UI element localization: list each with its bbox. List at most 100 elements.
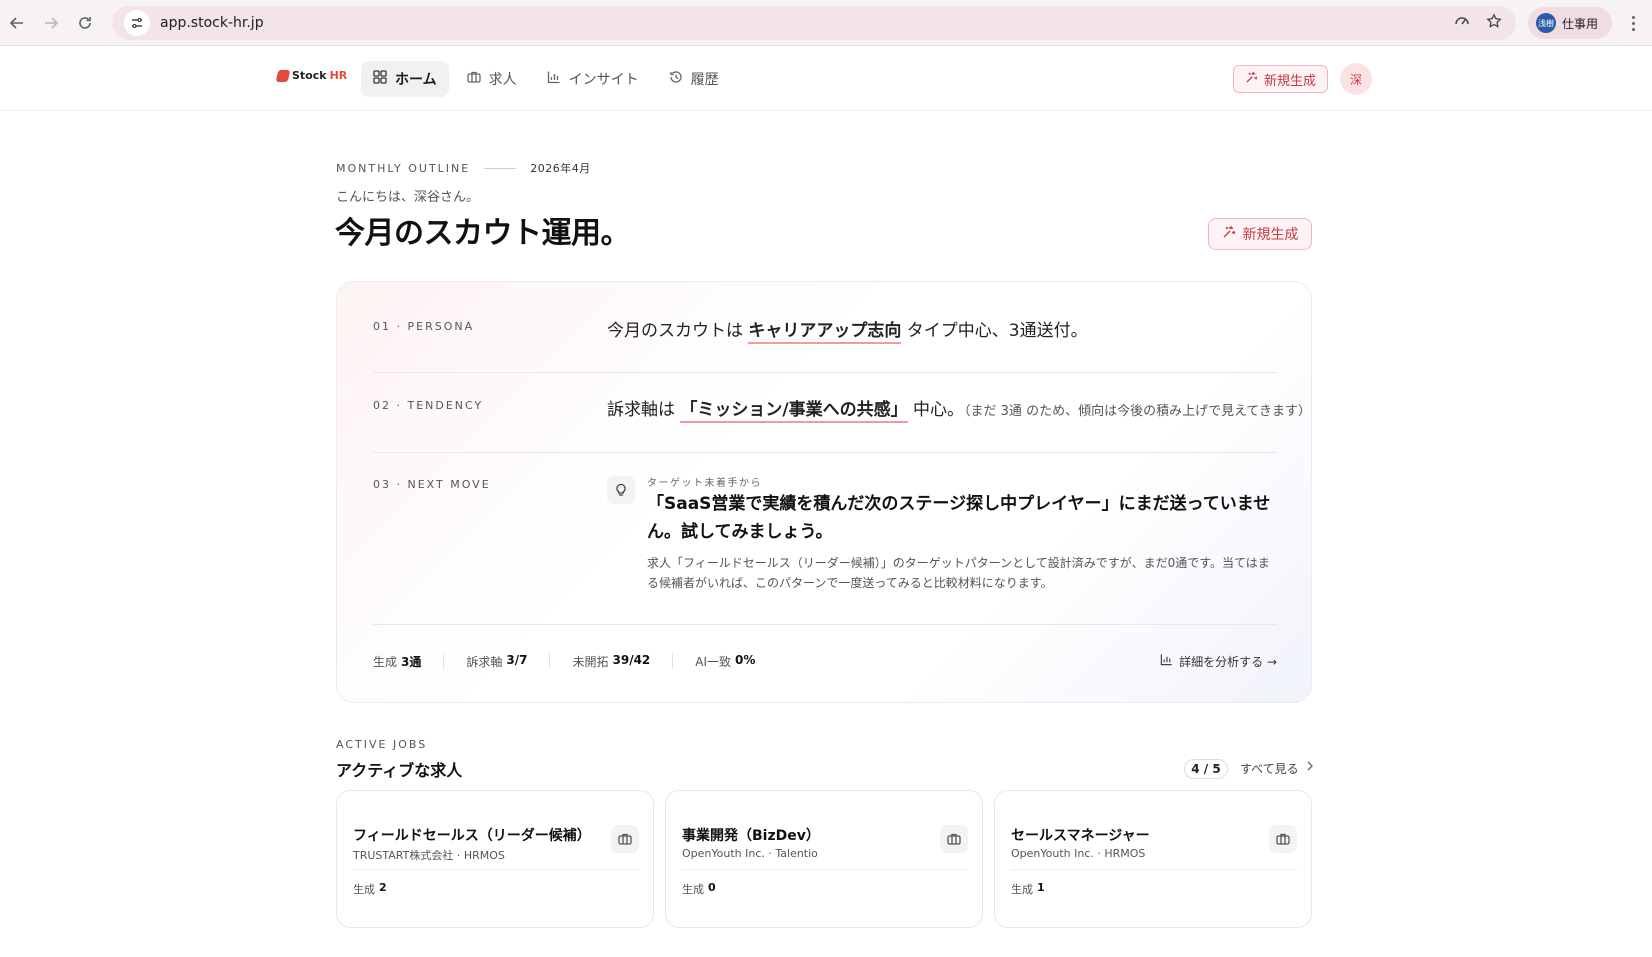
top-nav: ホーム 求人 インサイト 履歴 (361, 61, 731, 97)
stat-label: 訴求軸 (466, 654, 503, 669)
gen-label: 生成 (353, 883, 375, 896)
active-jobs-title: アクティブな求人 (336, 761, 463, 780)
stat-value: 39/42 (612, 652, 651, 667)
tendency-highlight: 「ミッション/事業への共感」 (680, 400, 908, 423)
reload-icon[interactable] (68, 6, 102, 40)
gen-label: 生成 (682, 883, 704, 896)
job-title: セールスマネージャー (1011, 828, 1150, 844)
nav-label: インサイト (568, 72, 639, 88)
briefcase-icon (1269, 825, 1297, 853)
tendency-text: 訴求軸は 「ミッション/事業への共感」 中心。（まだ 3通 のため、傾向は今後の… (607, 400, 1312, 423)
url-text[interactable]: app.stock-hr.jp (160, 15, 264, 31)
stat-separator (443, 653, 445, 669)
new-generate-main-button[interactable]: 新規生成 (1208, 218, 1312, 250)
gen-value: 2 (379, 881, 387, 894)
bar-chart-icon (1160, 653, 1173, 669)
next-move-label: 03 · NEXT MOVE (373, 478, 491, 491)
nav-item-history[interactable]: 履歴 (657, 61, 731, 97)
bookmark-star-icon[interactable] (1486, 13, 1502, 33)
stat-value: 3/7 (506, 652, 528, 667)
profile-chip[interactable]: 浅樹 仕事用 (1528, 7, 1612, 39)
nav-item-jobs[interactable]: 求人 (455, 61, 529, 97)
analyze-label: 詳細を分析する → (1179, 654, 1277, 669)
gen-value: 1 (1037, 881, 1045, 894)
eyebrow-divider (484, 167, 517, 169)
nav-item-home[interactable]: ホーム (361, 61, 449, 97)
app-header: Stock HR ホーム 求人 インサイト 履歴 新規生成 深 (0, 47, 1652, 111)
persona-text: 今月のスカウトは キャリアアップ志向 タイプ中心、3通送付。 (607, 321, 1088, 344)
browser-toolbar: app.stock-hr.jp 浅樹 仕事用 (0, 0, 1652, 46)
job-card[interactable]: セールスマネージャー OpenYouth Inc. · HRMOS 生成 1 (994, 790, 1312, 928)
stat-unexplored: 未開拓 39/42 (572, 653, 672, 670)
user-avatar[interactable]: 深 (1340, 63, 1372, 95)
tendency-pre: 訴求軸は (607, 400, 681, 420)
job-generated: 生成 0 (682, 881, 716, 897)
persona-post: タイプ中心、3通送付。 (901, 321, 1088, 341)
new-generate-label: 新規生成 (1242, 227, 1299, 243)
back-icon[interactable] (0, 6, 34, 40)
active-jobs-count-badge: 4 / 5 (1184, 759, 1228, 779)
job-title: フィールドセールス（リーダー候補） (353, 828, 591, 844)
job-card[interactable]: 事業開発（BizDev） OpenYouth Inc. · Talentio 生… (665, 790, 983, 928)
stat-separator (549, 653, 551, 669)
job-generated: 生成 2 (353, 881, 387, 897)
next-move-content: ターゲット未着手から 「SaaS営業で実績を積んだ次のステージ探し中プレイヤー」… (607, 476, 1277, 606)
briefcase-icon (466, 70, 481, 88)
active-jobs-eyebrow: ACTIVE JOBS (336, 738, 428, 751)
chevron-right-icon (1305, 760, 1315, 777)
sparkle-icon (1222, 225, 1236, 243)
address-bar[interactable]: app.stock-hr.jp (112, 6, 1516, 40)
row-divider (373, 624, 1277, 625)
next-move-kicker: ターゲット未着手から (647, 478, 762, 489)
new-generate-button[interactable]: 新規生成 (1233, 65, 1328, 93)
row-divider (373, 372, 1277, 373)
stat-label: AI一致 (695, 654, 732, 669)
stat-separator (672, 653, 674, 669)
tendency-note: （まだ 3通 のため、傾向は今後の積み上げで見えてきます） (964, 404, 1312, 419)
tendency-content: 訴求軸は 「ミッション/事業への共感」 中心。（まだ 3通 のため、傾向は今後の… (607, 395, 1312, 423)
see-all-link[interactable]: すべて見る (1240, 760, 1315, 777)
profile-avatar: 浅樹 (1536, 13, 1556, 33)
outline-eyebrow: MONTHLY OUTLINE 2026年4月 (336, 160, 591, 176)
greeting: こんにちは、深谷さん。 (336, 190, 480, 205)
persona-highlight: キャリアアップ志向 (748, 321, 902, 344)
stat-value: 3通 (401, 654, 422, 669)
nav-item-insights[interactable]: インサイト (535, 61, 651, 97)
job-company: OpenYouth Inc. · HRMOS (1011, 847, 1146, 860)
outline-stats: 生成 3通 訴求軸 3/7 未開拓 39/42 AI一致 0% 詳細を分析する → (373, 650, 1277, 672)
page-title: 今月のスカウト運用。 (335, 216, 631, 251)
logo-mark-icon (275, 69, 291, 82)
nav-label: ホーム (395, 72, 437, 88)
analyze-details-link[interactable]: 詳細を分析する → (1160, 653, 1277, 670)
logo[interactable]: Stock HR (275, 69, 347, 82)
sparkle-icon (1245, 71, 1258, 88)
site-settings-icon[interactable] (124, 10, 150, 36)
nav-label: 履歴 (690, 72, 719, 88)
stat-value: 0% (735, 652, 756, 667)
history-icon (669, 70, 683, 88)
forward-icon[interactable] (34, 6, 68, 40)
tendency-label: 02 · TENDENCY (373, 399, 484, 412)
stat-label: 未開拓 (572, 654, 609, 669)
card-divider (1011, 869, 1297, 870)
job-company: OpenYouth Inc. · Talentio (682, 847, 818, 860)
browser-menu-icon[interactable] (1622, 8, 1644, 38)
month-label: 2026年4月 (530, 162, 591, 175)
persona-pre: 今月のスカウトは (607, 321, 749, 341)
persona-content: 今月のスカウトは キャリアアップ志向 タイプ中心、3通送付。 (607, 316, 1088, 344)
tendency-post: 中心。 (907, 400, 965, 420)
monthly-outline-card: 01 · PERSONA 今月のスカウトは キャリアアップ志向 タイプ中心、3通… (336, 281, 1312, 703)
new-generate-label: 新規生成 (1263, 73, 1316, 89)
lightbulb-icon (607, 476, 635, 504)
job-card[interactable]: フィールドセールス（リーダー候補） TRUSTART株式会社 · HRMOS 生… (336, 790, 654, 928)
card-divider (682, 869, 968, 870)
card-divider (353, 869, 639, 870)
stat-ai-match: AI一致 0% (695, 653, 777, 670)
job-company: TRUSTART株式会社 · HRMOS (353, 849, 505, 862)
briefcase-icon (611, 825, 639, 853)
performance-icon[interactable] (1454, 13, 1470, 33)
briefcase-icon (940, 825, 968, 853)
nav-label: 求人 (488, 72, 517, 88)
persona-label: 01 · PERSONA (373, 320, 475, 333)
gen-value: 0 (708, 881, 716, 894)
